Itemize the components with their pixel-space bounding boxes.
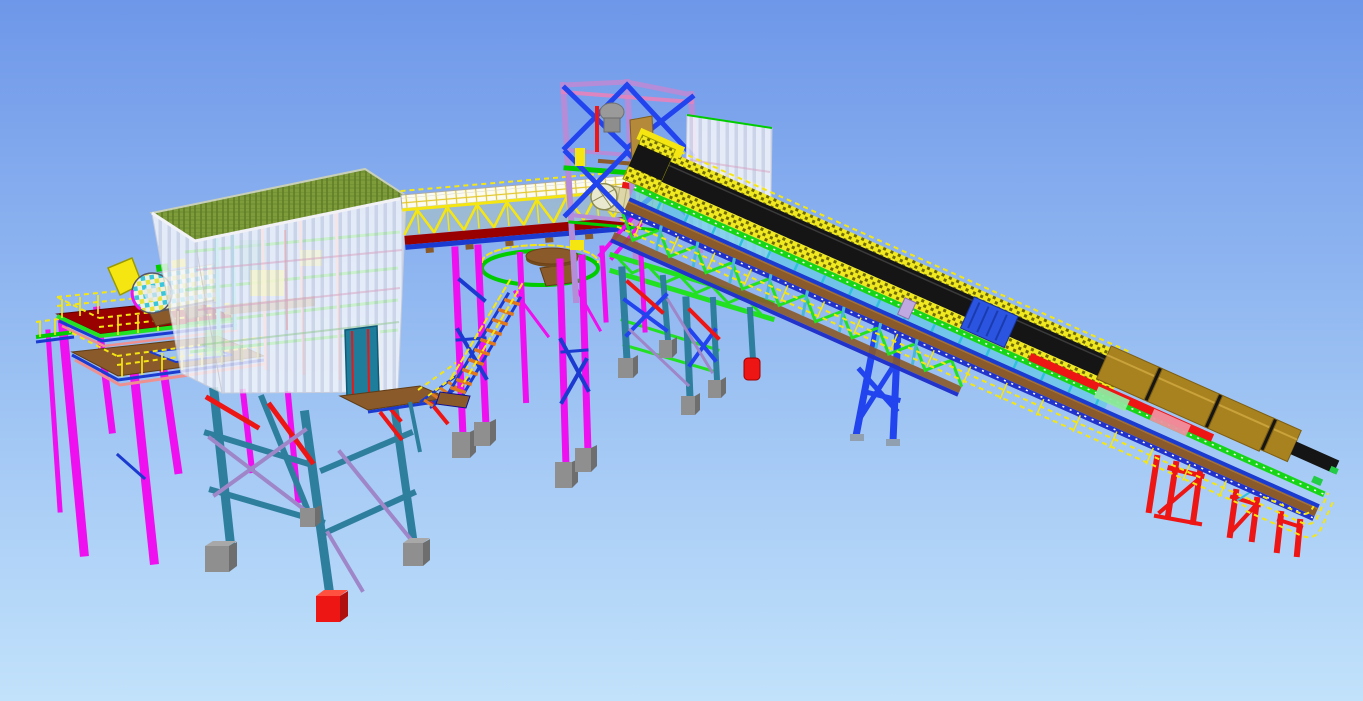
concrete-footing [205,541,237,572]
trestle-base-plate [886,439,900,446]
concrete-footing [681,393,700,415]
trestle-base-plate [850,434,864,441]
model-viewport[interactable] [0,0,1363,701]
model-canvas [0,0,1363,701]
concrete-footing [452,429,476,458]
building-door [345,326,379,398]
concrete-footing [708,377,726,398]
concrete-footing [403,538,430,566]
red-footing [316,590,348,622]
concrete-footing [300,505,321,527]
concrete-footing [618,355,638,378]
concrete-footing [575,445,597,472]
concrete-footing [474,419,496,446]
concrete-footing [659,337,677,358]
concrete-footing [555,459,578,488]
red-footing [744,358,760,380]
